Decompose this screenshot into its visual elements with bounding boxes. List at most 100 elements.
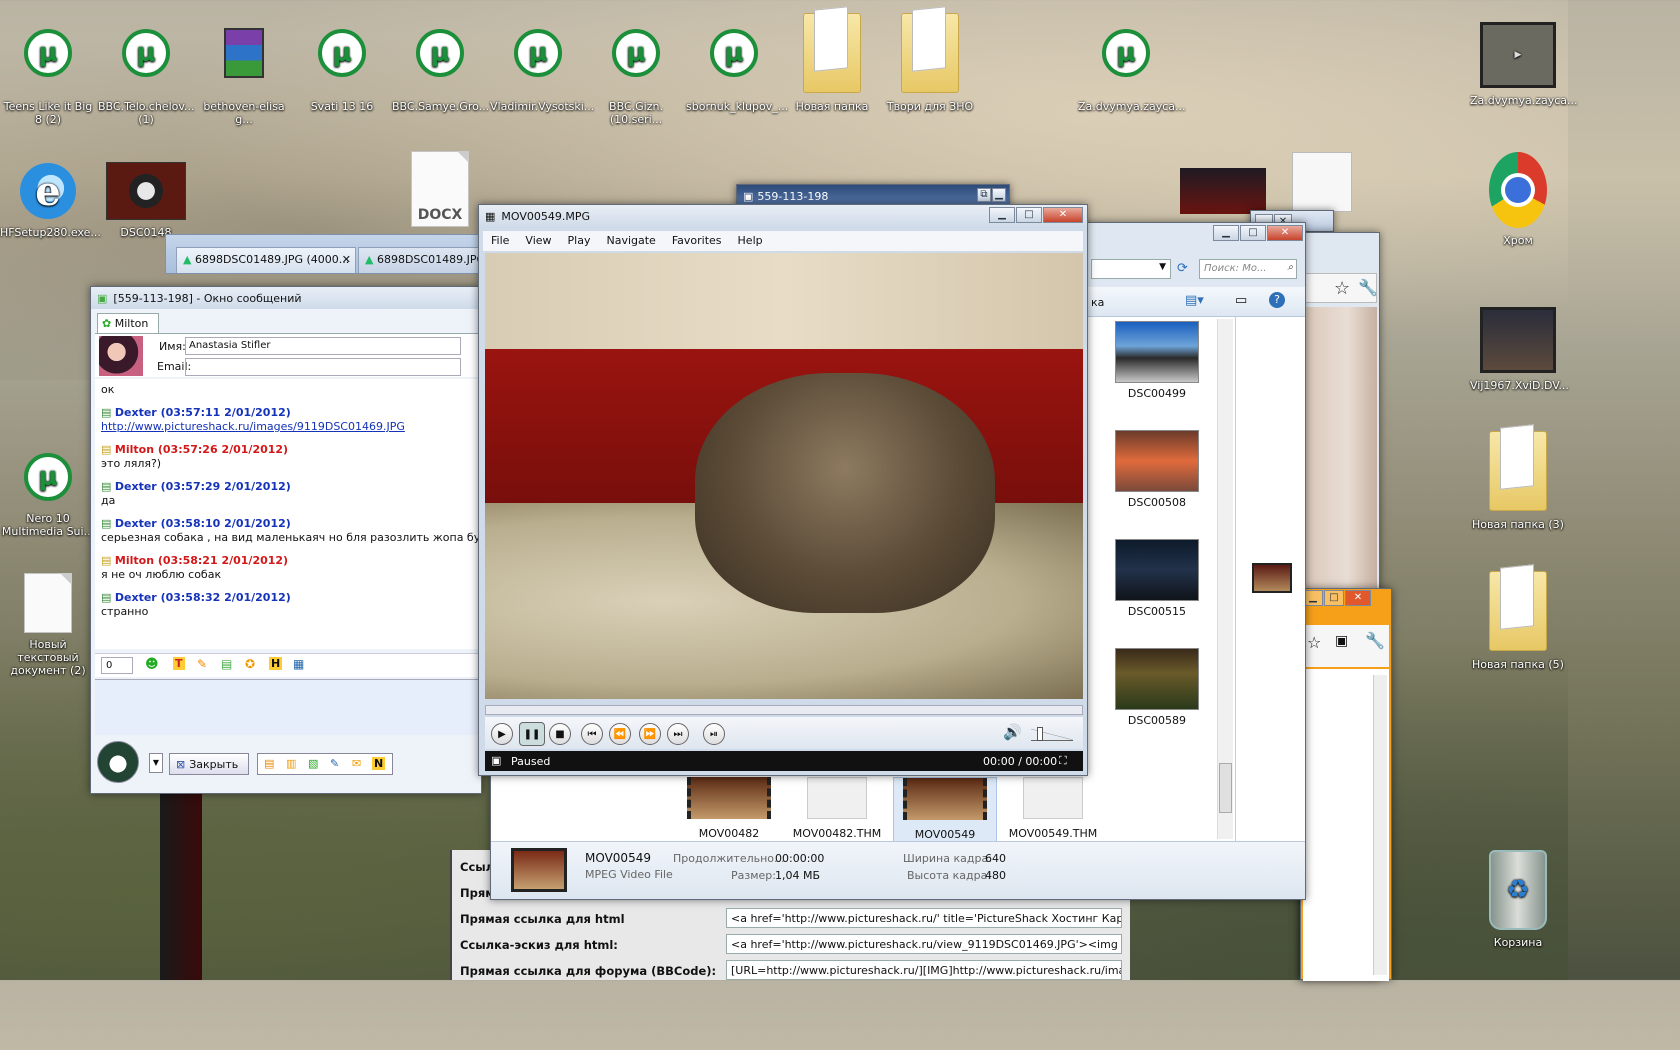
file-item[interactable]: MOV00482 [677, 777, 781, 840]
name-field[interactable]: Anastasia Stifler [185, 337, 461, 355]
file-item[interactable]: DSC00589 [1107, 648, 1207, 727]
stop-button[interactable]: ■ [549, 723, 571, 745]
desktop-icon-folder-5[interactable]: Новая папка (5) [1470, 568, 1566, 671]
file-item[interactable]: DSC00508 [1107, 430, 1207, 509]
forward-button[interactable]: ⏩ [639, 723, 661, 745]
desktop-icon[interactable]: µ Svati 13 16 [294, 10, 390, 113]
file-list-scrollbar[interactable] [1217, 319, 1233, 839]
email-field[interactable] [185, 358, 461, 376]
minimize-button[interactable]: ▁ [989, 207, 1015, 223]
view-icon[interactable]: ▤▾ [1185, 293, 1204, 308]
desktop-icon[interactable]: bethoven-elisa g... [196, 10, 292, 126]
message-input[interactable] [95, 679, 481, 735]
preview-pane-icon[interactable]: ▭ [1235, 293, 1247, 308]
maximize-button[interactable]: □ [1240, 225, 1266, 241]
maximize-button[interactable]: □ [1324, 590, 1344, 606]
browser-tab[interactable]: ▲ 6898DSC01489.JPG (4000... ✕ [176, 247, 356, 273]
seek-bar[interactable] [485, 705, 1083, 715]
n-icon[interactable]: N [372, 757, 386, 770]
volume-icon[interactable]: 🔊 [1003, 723, 1022, 741]
close-button[interactable]: ✕ [1043, 207, 1083, 223]
star-icon[interactable]: ☆ [1307, 633, 1321, 652]
save-icon[interactable]: ▤ [221, 657, 232, 671]
menu-item-help[interactable]: Help [730, 231, 771, 251]
desktop-icon[interactable]: µ Za.dvymya.zayca... [1078, 10, 1186, 113]
desktop-icon-chrome[interactable]: Хром [1470, 150, 1566, 247]
desktop-icon[interactable]: Новая папка [784, 10, 880, 113]
chevron-down-icon[interactable]: ▼ [1159, 262, 1166, 272]
pause-button[interactable]: ❚❚ [519, 722, 545, 746]
menu-item-play[interactable]: Play [560, 231, 599, 251]
close-button[interactable]: ✕ [1267, 225, 1303, 241]
menu-item-file[interactable]: File [483, 231, 517, 251]
note-icon[interactable]: ▤ [264, 757, 274, 770]
desktop-icon[interactable]: µ Teens Like it Big 8 (2) [0, 10, 96, 126]
refresh-icon[interactable]: ⟳ [1177, 261, 1188, 276]
desktop-icon-hfsetup[interactable]: e HFSetup280.exe... [0, 160, 101, 239]
smiley-icon[interactable]: ☻ [145, 657, 159, 672]
file-item[interactable]: MOV00482.THM [785, 777, 889, 840]
desktop-icon[interactable]: µ BBC.Gizn.(10.seri... [588, 10, 684, 126]
file-item[interactable]: DSC00515 [1107, 539, 1207, 618]
desktop-icon-vij-video[interactable]: Vij1967.XviD.DV... [1470, 305, 1569, 392]
scrollbar[interactable] [1373, 675, 1387, 975]
previous-button[interactable]: ⏮ [581, 723, 603, 745]
step-button[interactable]: ⏯ [703, 723, 725, 745]
volume-thumb[interactable] [1037, 727, 1043, 741]
file-item[interactable]: MOV00549.THM [1001, 777, 1105, 840]
file-icon[interactable]: ▥ [286, 757, 296, 770]
message-link[interactable]: http://www.pictureshack.ru/images/9119DS… [101, 420, 475, 434]
image-icon[interactable]: ✪ [245, 657, 255, 671]
desktop-icon-za-dvymya-video[interactable]: ▶ Za.dvymya.zayca... [1470, 20, 1578, 107]
wrench-icon[interactable]: 🔧 [1365, 631, 1385, 650]
next-button[interactable]: ⏭ [667, 723, 689, 745]
hosting-link-field[interactable]: [URL=http://www.pictureshack.ru/][IMG]ht… [726, 960, 1122, 980]
browser-tab[interactable]: ▲ 6898DSC01489.JPG [358, 247, 484, 273]
play-button[interactable]: ▶ [491, 723, 513, 745]
search-input[interactable]: Поиск: Мо... ⌕ [1199, 259, 1297, 279]
close-tab-icon[interactable]: ✕ [342, 253, 351, 266]
desktop-icon[interactable]: µ Vladimir.Vysotski... [490, 10, 594, 113]
image-icon[interactable]: ▣ [1335, 633, 1348, 649]
desktop-icon-folder-3[interactable]: Новая папка (3) [1470, 428, 1566, 531]
restore-button[interactable]: ⧉ [977, 188, 991, 202]
wrench-icon[interactable]: 🔧 [1358, 278, 1378, 297]
file-item[interactable]: MOV00549 [893, 777, 997, 842]
desktop-icon[interactable]: µ BBC.Telo.chelov... (1) [98, 10, 195, 126]
minimize-button[interactable]: ▁ [992, 188, 1006, 202]
menu-item-view[interactable]: View [517, 231, 559, 251]
tab-milton[interactable]: ✿ Milton [97, 313, 159, 333]
book-icon[interactable]: ▧ [308, 757, 318, 770]
text-format-icon[interactable]: T [173, 657, 185, 670]
hosting-link-field[interactable]: <a href='http://www.pictureshack.ru/view… [726, 934, 1122, 954]
hosting-link-field[interactable]: <a href='http://www.pictureshack.ru/' ti… [726, 908, 1122, 928]
help-icon[interactable]: ? [1269, 292, 1285, 308]
dropdown-arrow-icon[interactable]: ▼ [149, 753, 163, 773]
scrollbar-thumb[interactable] [1219, 763, 1232, 813]
rewind-button[interactable]: ⏪ [609, 723, 631, 745]
search-icon[interactable]: ⌕ [1287, 262, 1293, 273]
desktop-icon-new-text-doc[interactable]: Новый текстовый документ (2) [0, 572, 96, 677]
close-button[interactable]: ✕ [1345, 590, 1371, 606]
desktop-icon[interactable]: µ BBC.Samye.Gro... [392, 10, 489, 113]
mail-icon[interactable]: ✉ [352, 757, 361, 770]
paint-icon[interactable]: ✎ [197, 657, 207, 671]
close-chat-button[interactable]: ⊠ Закрыть [169, 753, 249, 775]
volume-slider[interactable] [1031, 727, 1073, 741]
minimize-button[interactable]: ▁ [1213, 225, 1239, 241]
desktop-icon[interactable]: Твори для ЗНО [882, 10, 978, 113]
desktop-icon-nero[interactable]: µ Nero 10 Multimedia Sui... [0, 446, 96, 538]
maximize-button[interactable]: □ [1016, 207, 1042, 223]
file-item[interactable]: DSC00499 [1107, 321, 1207, 400]
history-icon[interactable]: H [269, 657, 283, 670]
contacts-icon[interactable]: ▦ [293, 657, 304, 671]
minimize-button[interactable]: ▁ [1303, 590, 1323, 606]
star-icon[interactable]: ☆ [1334, 278, 1350, 299]
desktop-icon[interactable]: µ sbornuk_klupov_... [686, 10, 788, 113]
desktop-icon-docx[interactable]: DOCX [392, 150, 488, 232]
menu-item-favorites[interactable]: Favorites [664, 231, 730, 251]
desktop-icon-recycle-bin[interactable]: ♻ Корзина [1470, 848, 1566, 949]
menu-item-navigate[interactable]: Navigate [598, 231, 663, 251]
address-bar-dropdown[interactable]: ▼ [1091, 259, 1171, 279]
desktop-icon-dsc0148[interactable]: DSC0148 [98, 160, 194, 239]
